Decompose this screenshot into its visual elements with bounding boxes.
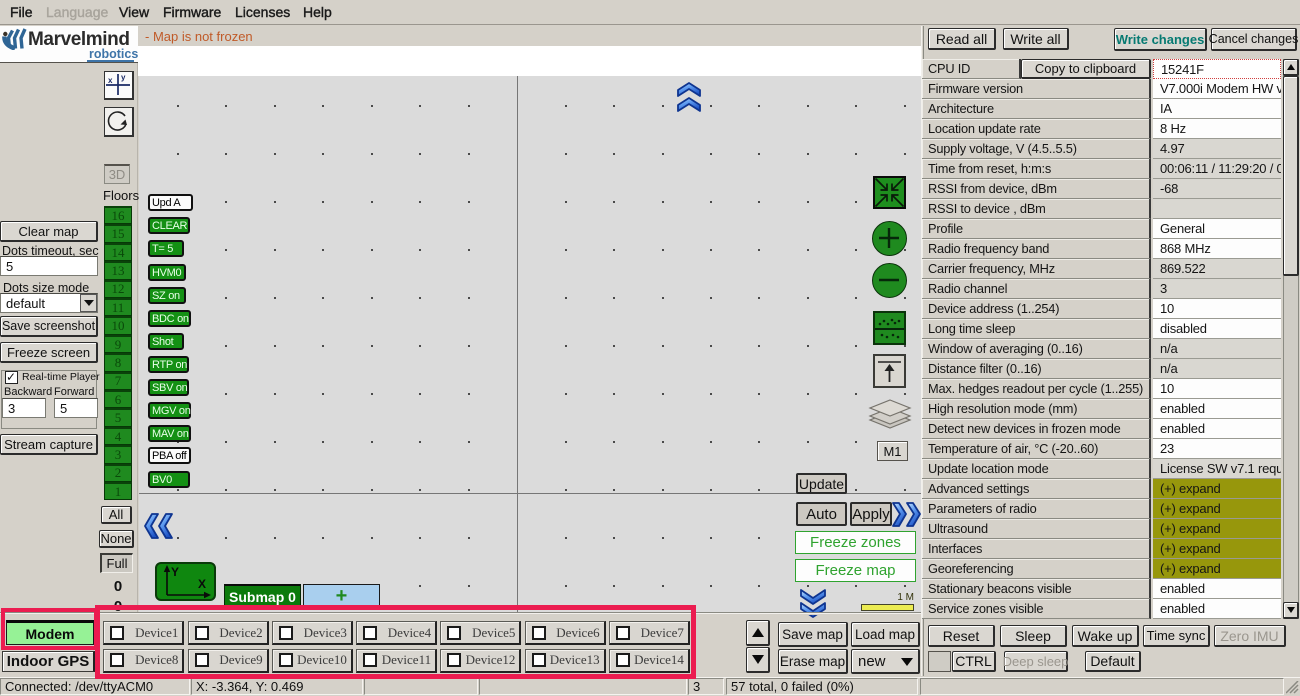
svg-text:X: X [198, 577, 206, 591]
svg-text:y: y [121, 73, 126, 82]
svg-text:Y: Y [171, 565, 179, 579]
svg-text:x: x [108, 76, 113, 85]
